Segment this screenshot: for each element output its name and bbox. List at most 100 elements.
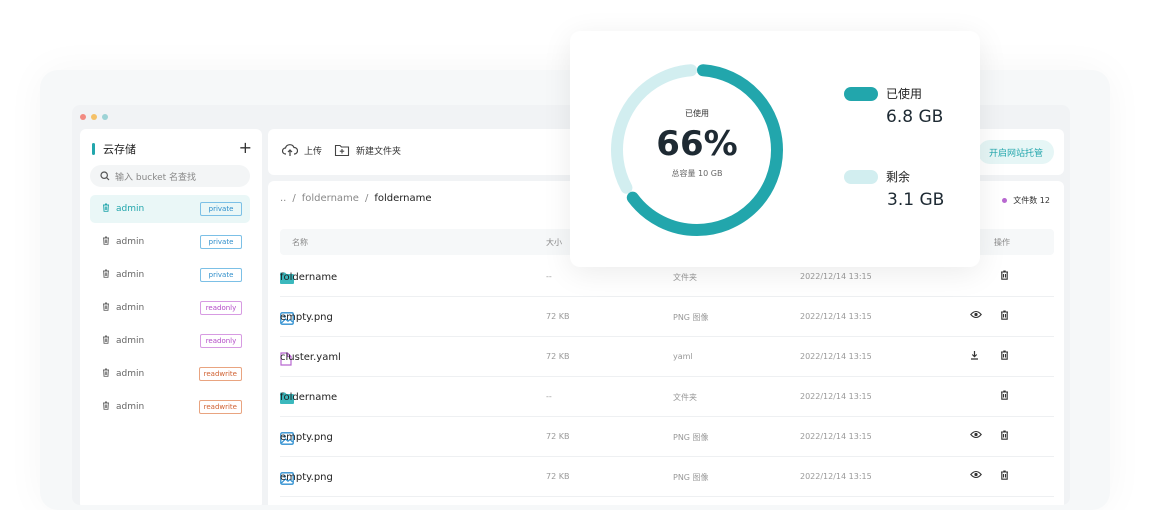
donut-total: 总容量 10 GB bbox=[671, 169, 723, 178]
bucket-permission-badge: private bbox=[200, 268, 242, 282]
bucket-name: admin bbox=[116, 204, 145, 214]
donut-percent: 66% bbox=[656, 124, 738, 164]
breadcrumb-current: foldername bbox=[374, 193, 432, 204]
bucket-permission-badge: private bbox=[200, 202, 242, 216]
bucket-item[interactable]: admin private bbox=[90, 195, 250, 223]
add-bucket-button[interactable]: + bbox=[239, 139, 252, 157]
file-date: 2022/12/14 13:15 bbox=[800, 432, 872, 441]
file-date: 2022/12/14 13:15 bbox=[800, 312, 872, 321]
file-name: empty.png bbox=[280, 312, 333, 323]
file-count: 文件数 12 bbox=[1002, 195, 1050, 206]
breadcrumb-sep: / bbox=[364, 193, 369, 204]
storage-card: 已使用 66% 总容量 10 GB 已使用 6.8 GB 剩余 3.1 GB bbox=[570, 31, 980, 267]
file-row[interactable]: empty.png 72 KB PNG 图像 2022/12/14 13:15 bbox=[280, 417, 1054, 457]
file-name: foldername bbox=[280, 392, 338, 403]
file-type: 文件夹 bbox=[673, 393, 697, 402]
upload-button[interactable]: 上传 bbox=[282, 143, 322, 157]
delete-icon[interactable] bbox=[1000, 390, 1009, 402]
file-size: 72 KB bbox=[546, 432, 570, 441]
col-name[interactable]: 名称 bbox=[292, 237, 308, 248]
minimize-dot[interactable] bbox=[91, 114, 97, 120]
breadcrumb-parent[interactable]: foldername bbox=[302, 193, 359, 204]
maximize-dot[interactable] bbox=[102, 114, 108, 120]
legend-free-label: 剩余 bbox=[886, 170, 911, 184]
file-date: 2022/12/14 13:15 bbox=[800, 472, 872, 481]
sidebar-header: 云存储 + bbox=[92, 139, 252, 157]
file-type: PNG 图像 bbox=[673, 473, 709, 482]
file-row[interactable]: foldername -- 文件夹 2022/12/14 13:15 bbox=[280, 377, 1054, 417]
bucket-item[interactable]: admin readonly bbox=[90, 294, 250, 322]
eye-icon[interactable] bbox=[970, 470, 982, 481]
eye-icon[interactable] bbox=[970, 430, 982, 441]
bucket-item[interactable]: admin private bbox=[90, 228, 250, 256]
upload-label: 上传 bbox=[304, 146, 323, 157]
file-row[interactable]: cluster.yaml 72 KB yaml 2022/12/14 13:15 bbox=[280, 337, 1054, 377]
breadcrumb-root[interactable]: .. bbox=[280, 193, 286, 204]
bucket-item[interactable]: admin readwrite bbox=[90, 393, 250, 421]
bucket-name: admin bbox=[116, 336, 145, 346]
file-type: yaml bbox=[673, 352, 693, 361]
eye-icon[interactable] bbox=[970, 310, 982, 321]
window-controls bbox=[80, 114, 108, 120]
bucket-name: admin bbox=[116, 270, 145, 280]
file-size: 72 KB bbox=[546, 352, 570, 361]
download-icon[interactable] bbox=[970, 350, 979, 362]
file-type: PNG 图像 bbox=[673, 313, 709, 322]
cloud-upload-icon bbox=[282, 144, 298, 156]
new-folder-button[interactable]: 新建文件夹 bbox=[334, 143, 401, 157]
delete-icon[interactable] bbox=[1000, 350, 1009, 362]
search-icon bbox=[100, 171, 110, 181]
delete-icon[interactable] bbox=[1000, 270, 1009, 282]
accent-bar bbox=[92, 143, 95, 155]
legend-free-swatch bbox=[844, 169, 878, 184]
bucket-name: admin bbox=[116, 303, 145, 313]
bucket-icon bbox=[102, 401, 110, 413]
enable-hosting-button[interactable]: 开启网站托管 bbox=[978, 140, 1054, 164]
file-type: 文件夹 bbox=[673, 273, 697, 282]
breadcrumb-sep: / bbox=[292, 193, 296, 204]
legend-used-swatch bbox=[844, 86, 878, 101]
new-folder-label: 新建文件夹 bbox=[356, 146, 402, 157]
bucket-item[interactable]: admin readwrite bbox=[90, 360, 250, 388]
file-date: 2022/12/14 13:15 bbox=[800, 272, 872, 281]
bucket-item[interactable]: admin private bbox=[90, 261, 250, 289]
file-row[interactable]: empty.png 72 KB PNG 图像 2022/12/14 13:15 bbox=[280, 297, 1054, 337]
sidebar: 云存储 + 输入 bucket 名查找 admin private admin pri… bbox=[80, 129, 262, 505]
bucket-icon bbox=[102, 269, 110, 281]
bucket-permission-badge: readwrite bbox=[198, 400, 242, 414]
delete-icon[interactable] bbox=[1000, 430, 1009, 442]
search-placeholder: 输入 bucket 名查找 bbox=[115, 172, 197, 183]
bucket-icon bbox=[102, 302, 110, 314]
file-date: 2022/12/14 13:15 bbox=[800, 392, 872, 401]
bucket-permission-badge: readonly bbox=[200, 301, 242, 315]
close-dot[interactable] bbox=[80, 114, 86, 120]
bucket-permission-badge: private bbox=[200, 235, 242, 249]
donut-used-label: 已使用 bbox=[685, 109, 709, 118]
file-name: cluster.yaml bbox=[280, 352, 341, 363]
file-size: 72 KB bbox=[546, 312, 570, 321]
bucket-name: admin bbox=[116, 237, 145, 247]
file-row[interactable]: empty.png 72 KB PNG 图像 2022/12/14 13:15 bbox=[280, 457, 1054, 497]
file-count-label: 文件数 12 bbox=[1013, 196, 1050, 205]
bucket-permission-badge: readonly bbox=[200, 334, 242, 348]
file-date: 2022/12/14 13:15 bbox=[800, 352, 872, 361]
legend-free-value: 3.1 GB bbox=[887, 190, 945, 210]
bucket-icon bbox=[102, 368, 110, 380]
bucket-icon bbox=[102, 335, 110, 347]
col-size[interactable]: 大小 bbox=[546, 237, 562, 248]
legend-used: 已使用 bbox=[844, 85, 922, 102]
file-name: empty.png bbox=[280, 472, 333, 483]
bucket-search-input[interactable]: 输入 bucket 名查找 bbox=[90, 165, 250, 187]
bucket-item[interactable]: admin readonly bbox=[90, 327, 250, 355]
new-folder-icon bbox=[334, 144, 350, 157]
legend-used-value: 6.8 GB bbox=[886, 107, 944, 127]
delete-icon[interactable] bbox=[1000, 310, 1009, 322]
delete-icon[interactable] bbox=[1000, 470, 1009, 482]
bucket-icon bbox=[102, 236, 110, 248]
file-name: foldername bbox=[280, 272, 338, 283]
file-size: -- bbox=[546, 272, 552, 281]
sidebar-title: 云存储 bbox=[103, 143, 136, 156]
legend-used-label: 已使用 bbox=[886, 87, 923, 101]
bucket-icon bbox=[102, 203, 110, 215]
legend-free: 剩余 bbox=[844, 168, 910, 185]
